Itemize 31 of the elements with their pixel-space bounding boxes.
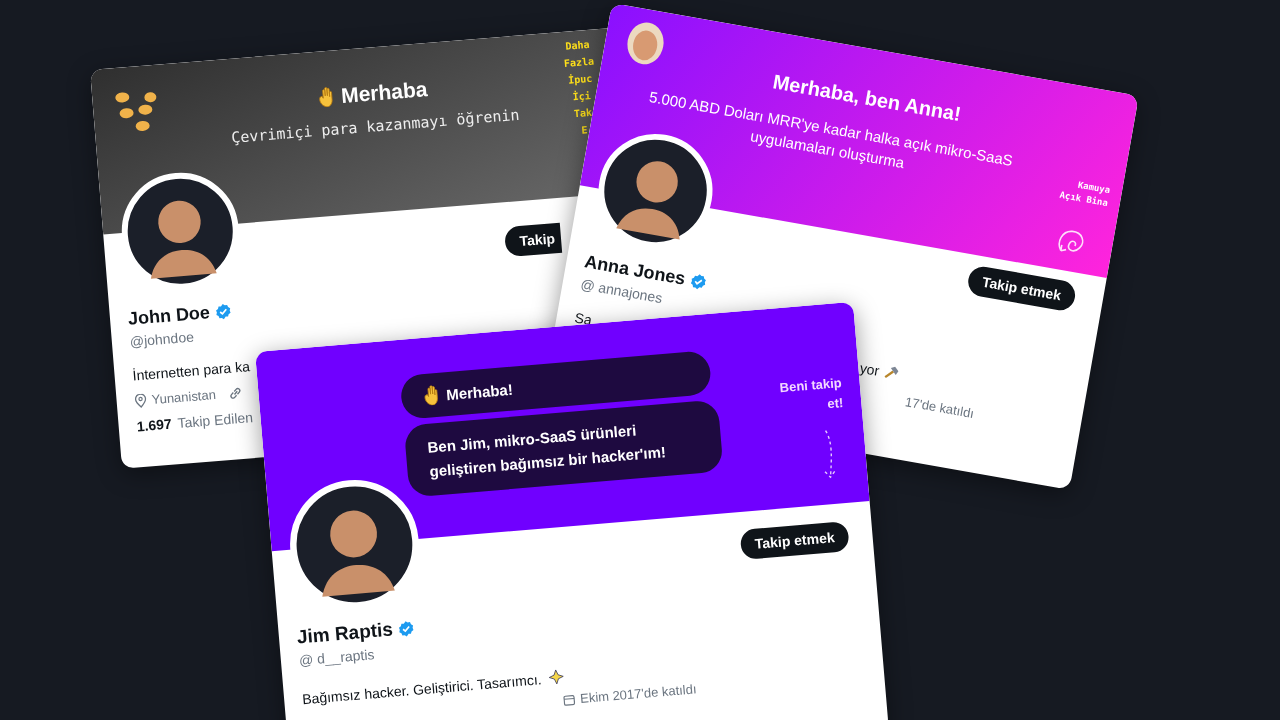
profile-name: John Doe	[127, 302, 211, 330]
location-pin-icon	[134, 393, 148, 408]
following-label: Takip Edilen	[177, 409, 254, 432]
follow-button[interactable]: Takip etmek	[966, 264, 1078, 313]
callout-text: Beni takip et!	[779, 375, 844, 412]
joined-date: Ekim 2017'de katıldı	[579, 681, 698, 706]
chat-bubble: Ben Jim, mikro-SaaS ürünleri geliştiren bağımsız bir hacker'ım!	[403, 399, 724, 498]
joined-date: 17'de katıldı	[903, 394, 976, 421]
profile-bio: Sa	[573, 309, 594, 329]
profile-handle: @ d__raptis	[298, 646, 376, 669]
profile-bio: İnternetten para ka	[132, 358, 251, 384]
banner-side-text: Fazla	[563, 55, 595, 69]
profile-handle: @johndoe	[129, 328, 195, 350]
banner-side-text: E	[580, 124, 588, 136]
profile-bio: Bağımsız hacker. Geliştirici. Tasarımcı.	[301, 671, 543, 708]
link-icon	[228, 385, 244, 401]
banner-side-text: Tak	[573, 106, 593, 120]
banner-side-text: Daha	[565, 38, 591, 52]
profile-bio: yor	[858, 359, 881, 379]
profile-location: Yunanistan	[151, 387, 217, 408]
profile-name: Jim Raptis	[296, 618, 394, 649]
follow-button[interactable]: Takip	[504, 222, 563, 258]
follow-button[interactable]: Takip etmek	[739, 521, 850, 560]
calendar-icon	[562, 692, 576, 706]
following-count: 1.697	[136, 415, 173, 435]
banner-subtitle: Çevrimiçi para kazanmayı öğrenin	[230, 105, 521, 147]
chat-bubble: Merhaba!	[399, 350, 713, 420]
banner-side-text: İpuc	[567, 72, 593, 86]
waving-hand-icon	[317, 86, 336, 108]
banner-side-text: İçi	[572, 89, 592, 103]
banner-title: Merhaba	[340, 77, 429, 108]
